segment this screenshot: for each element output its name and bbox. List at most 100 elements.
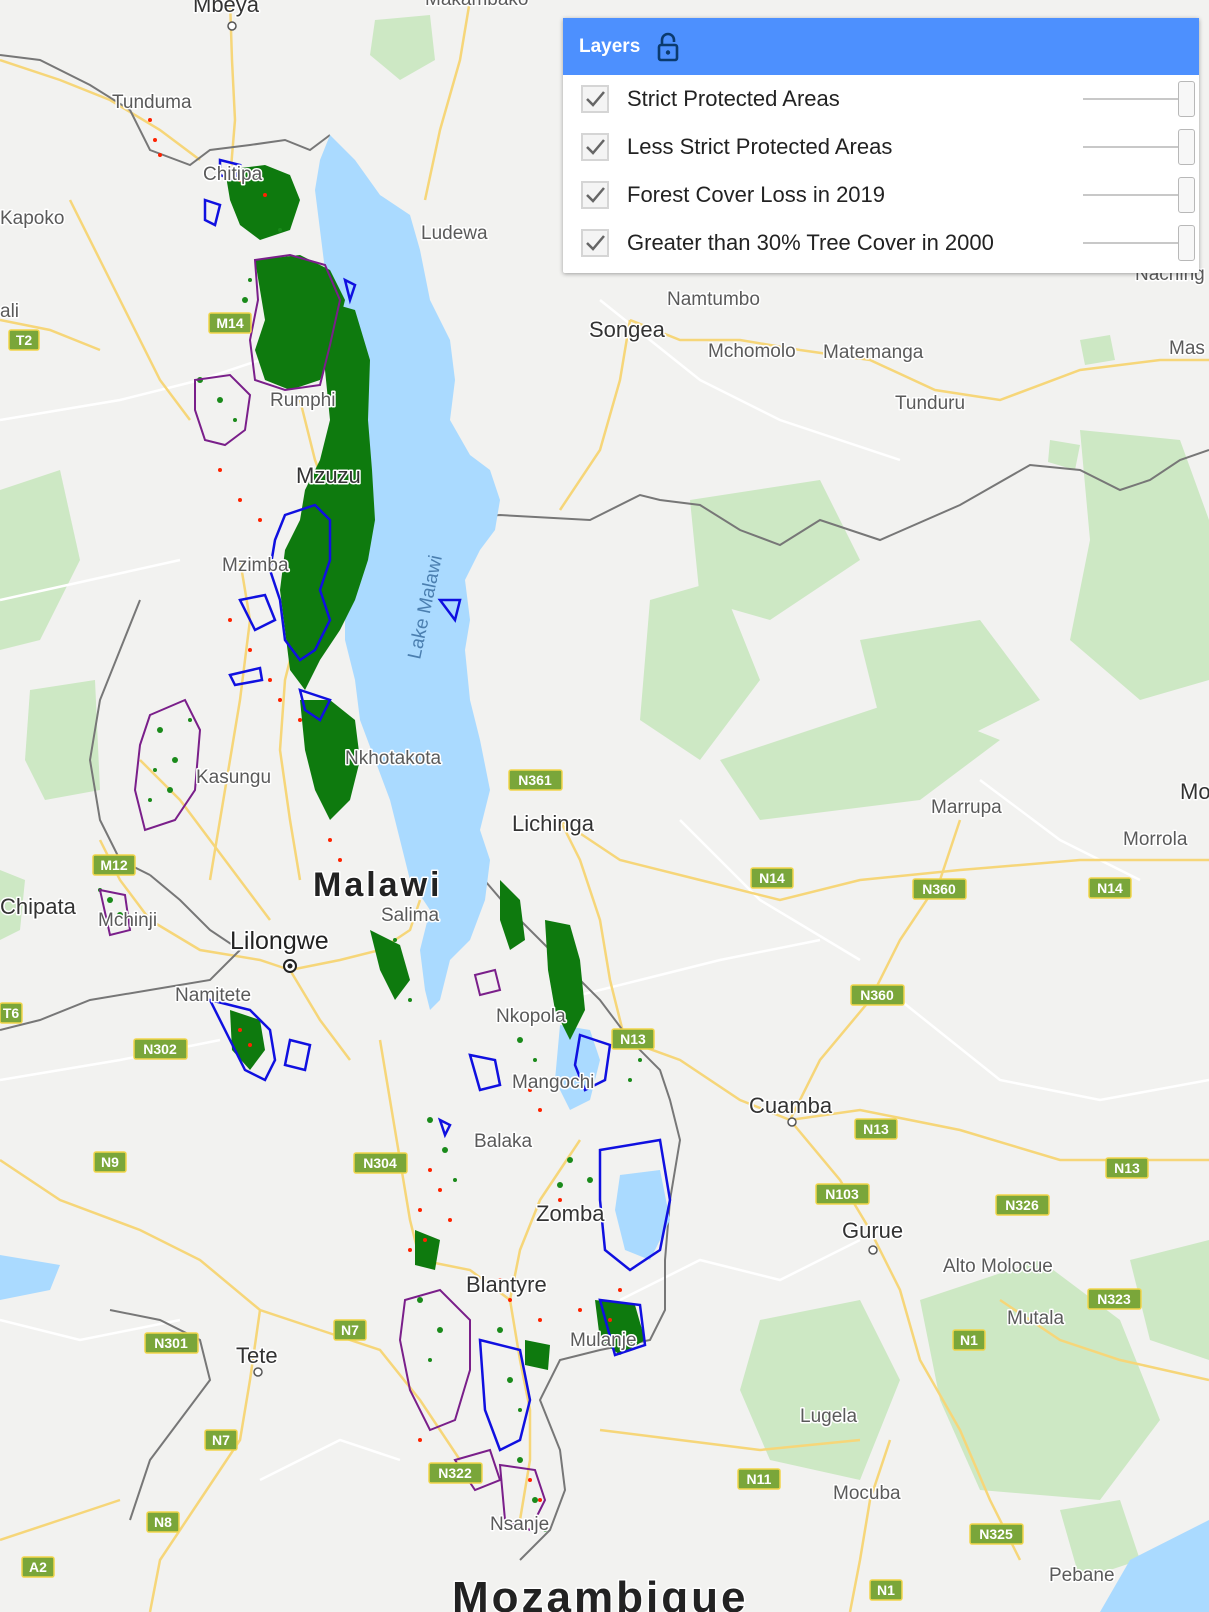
label-lilongwe: Lilongwe (230, 927, 329, 955)
shield-n323: N323 (1087, 1288, 1142, 1310)
layer-checkbox-forest-loss[interactable] (581, 181, 609, 209)
opacity-slider-strict-protected[interactable] (1083, 75, 1195, 123)
svg-text:N360: N360 (860, 987, 894, 1003)
layer-row-less-strict-protected: Less Strict Protected Areas (563, 123, 1199, 171)
label-ludewa: Ludewa (421, 223, 488, 244)
svg-text:N325: N325 (979, 1526, 1013, 1542)
shield-n360a: N360 (912, 878, 967, 900)
label-tunduru: Tunduru (895, 393, 965, 414)
layer-checkbox-strict-protected[interactable] (581, 85, 609, 113)
slider-thumb[interactable] (1178, 81, 1195, 117)
svg-text:A2: A2 (29, 1559, 47, 1575)
svg-text:N103: N103 (825, 1186, 859, 1202)
svg-text:N1: N1 (960, 1332, 978, 1348)
label-mozambique: Mozambique (452, 1573, 748, 1612)
svg-text:T6: T6 (3, 1005, 20, 1021)
svg-text:N7: N7 (341, 1322, 359, 1338)
shield-n325: N325 (969, 1523, 1024, 1545)
label-nkopola: Nkopola (496, 1006, 566, 1027)
layer-label-tree-cover: Greater than 30% Tree Cover in 2000 (627, 230, 994, 255)
layers-title: Layers (579, 35, 641, 57)
svg-text:N14: N14 (759, 870, 785, 886)
svg-text:N1: N1 (877, 1582, 895, 1598)
label-mzimba: Mzimba (222, 555, 289, 576)
shield-n13b: N13 (854, 1118, 898, 1140)
svg-text:N304: N304 (363, 1155, 397, 1171)
label-pebane: Pebane (1049, 1565, 1115, 1586)
slider-track (1083, 98, 1185, 100)
shield-n11: N11 (737, 1468, 781, 1490)
layer-label-strict-protected: Strict Protected Areas (627, 86, 840, 111)
shield-m14: M14 (208, 312, 252, 334)
label-gurue: Gurue (842, 1218, 903, 1243)
svg-text:N13: N13 (1114, 1160, 1140, 1176)
svg-text:N8: N8 (154, 1514, 172, 1530)
shield-n14a: N14 (750, 867, 794, 889)
svg-text:N360: N360 (922, 881, 956, 897)
svg-text:N323: N323 (1097, 1291, 1131, 1307)
label-mulanje: Mulanje (570, 1330, 637, 1351)
label-lichinga: Lichinga (512, 811, 595, 836)
label-mo: Mo (1180, 779, 1209, 804)
opacity-slider-less-strict-protected[interactable] (1083, 123, 1195, 171)
shield-n103: N103 (815, 1183, 870, 1205)
lock-open-icon[interactable] (656, 32, 680, 62)
label-zomba: Zomba (536, 1201, 605, 1226)
layer-label-less-strict-protected: Less Strict Protected Areas (627, 134, 893, 159)
layer-checkbox-less-strict-protected[interactable] (581, 133, 609, 161)
shield-n302: N302 (133, 1038, 188, 1060)
label-mchomolo: Mchomolo (708, 341, 796, 362)
svg-text:N13: N13 (620, 1031, 646, 1047)
shield-m12: M12 (92, 854, 136, 876)
label-mzuzu: Mzuzu (296, 463, 361, 488)
label-mas: Mas (1169, 338, 1205, 359)
label-salima: Salima (381, 905, 440, 926)
label-marrupa: Marrupa (931, 797, 1002, 818)
layer-row-forest-loss: Forest Cover Loss in 2019 (563, 171, 1199, 219)
label-tete: Tete (236, 1343, 278, 1368)
shield-n360b: N360 (850, 984, 905, 1006)
label-malawi: Malawi (313, 866, 442, 904)
label-nsanje: Nsanje (490, 1514, 549, 1535)
layers-panel: Layers Strict Protected Areas Less Stric… (563, 18, 1199, 273)
layer-checkbox-tree-cover[interactable] (581, 229, 609, 257)
label-tunduma: Tunduma (112, 92, 192, 113)
opacity-slider-tree-cover[interactable] (1083, 219, 1195, 267)
label-cuamba: Cuamba (749, 1093, 833, 1118)
slider-track (1083, 194, 1185, 196)
layers-header: Layers (563, 18, 1199, 75)
opacity-slider-forest-loss[interactable] (1083, 171, 1195, 219)
slider-track (1083, 242, 1185, 244)
svg-text:N13: N13 (863, 1121, 889, 1137)
slider-thumb[interactable] (1178, 129, 1195, 165)
slider-thumb[interactable] (1178, 225, 1195, 261)
layer-row-strict-protected: Strict Protected Areas (563, 75, 1199, 123)
checkmark-icon (586, 91, 605, 107)
shield-n361: N361 (508, 769, 563, 791)
slider-track (1083, 146, 1185, 148)
label-songea: Songea (589, 317, 666, 342)
svg-text:N302: N302 (143, 1041, 177, 1057)
slider-thumb[interactable] (1178, 177, 1195, 213)
svg-text:N301: N301 (154, 1335, 188, 1351)
shield-n304: N304 (353, 1152, 408, 1174)
label-rumphi: Rumphi (270, 390, 335, 411)
shield-n7a: N7 (333, 1319, 367, 1341)
label-mangochi: Mangochi (512, 1072, 594, 1093)
label-kasungu: Kasungu (196, 767, 271, 788)
label-balaka: Balaka (474, 1131, 533, 1152)
svg-text:N322: N322 (438, 1465, 472, 1481)
label-makambako: Makambako (425, 0, 529, 10)
label-chipata: Chipata (0, 894, 77, 919)
shield-n9: N9 (93, 1151, 127, 1173)
label-kapoko: Kapoko (0, 208, 64, 229)
label-matemanga: Matemanga (823, 342, 924, 363)
label-mbeya: Mbeya (193, 0, 260, 17)
shield-t6: T6 (0, 1002, 23, 1024)
label-mutala: Mutala (1007, 1308, 1064, 1329)
svg-text:N9: N9 (101, 1154, 119, 1170)
label-lugela: Lugela (800, 1406, 857, 1427)
layer-label-forest-loss: Forest Cover Loss in 2019 (627, 182, 886, 207)
svg-text:T2: T2 (16, 332, 33, 348)
label-mocuba: Mocuba (833, 1483, 901, 1504)
